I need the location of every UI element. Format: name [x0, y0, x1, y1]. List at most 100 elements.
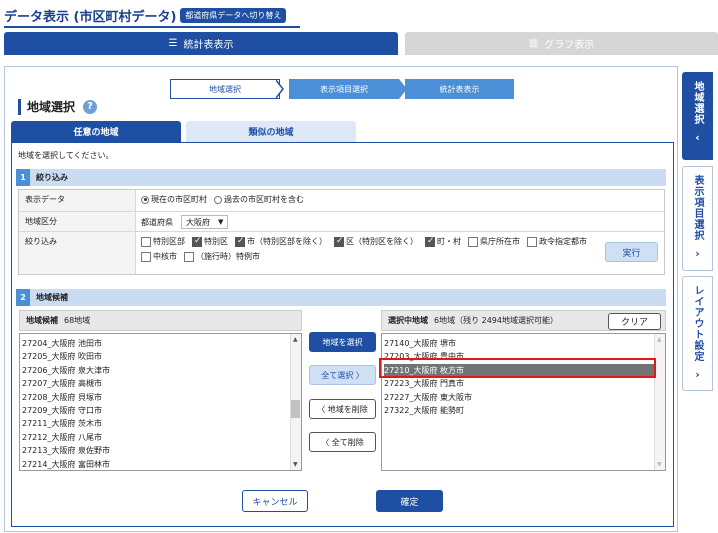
clear-button[interactable]: クリア [608, 313, 661, 330]
checkbox-label: （施行時）特例市 [196, 252, 260, 261]
filter-checkbox[interactable]: 市（特別区部を除く） [235, 236, 327, 247]
list-item[interactable]: 27322_大阪府 能勢町 [384, 404, 665, 417]
tab-table-view[interactable]: ☰ 統計表表示 [4, 32, 398, 55]
checkbox-icon [235, 236, 245, 247]
tab-graph-view[interactable]: ▥ グラフ表示 [405, 32, 718, 55]
list-item[interactable]: 27140_大阪府 堺市 [384, 337, 665, 350]
list-item[interactable]: 27212_大阪府 八尾市 [22, 431, 301, 444]
list-item[interactable]: 27207_大阪府 高槻市 [22, 377, 301, 390]
candidates-list[interactable]: 27204_大阪府 池田市 27205_大阪府 吹田市 27206_大阪府 泉大津市… [19, 333, 302, 471]
filter-checkbox[interactable]: （施行時）特例市 [184, 251, 260, 262]
filter-checkbox[interactable]: 特別区 [192, 236, 228, 247]
tab-similar-area[interactable]: 類似の地域 [186, 121, 356, 142]
checkbox-label: 特別区 [204, 237, 228, 246]
list-item[interactable]: 27205_大阪府 吹田市 [22, 350, 301, 363]
step-table-view: 統計表表示 [405, 79, 514, 99]
chevron-left-icon: ‹ [695, 131, 700, 144]
radio-current[interactable]: 現在の市区町村 [141, 194, 207, 205]
checkbox-icon [141, 236, 151, 247]
list-item[interactable]: 27208_大阪府 貝塚市 [22, 391, 301, 404]
side-tab-items[interactable]: 表示項目選択 › [682, 166, 713, 271]
list-item[interactable]: 27227_大阪府 東大阪市 [384, 391, 665, 404]
tab-graph-label: グラフ表示 [544, 40, 595, 51]
section-title: 地域候補 [36, 293, 68, 302]
switch-prefecture-button[interactable]: 都道府県データへ切り替え [180, 7, 287, 23]
filter-checkbox[interactable]: 区（特別区を除く） [334, 236, 418, 247]
selected-list[interactable]: 27140_大阪府 堺市 27203_大阪府 豊中市 27210_大阪府 枚方市 27… [381, 333, 666, 471]
area-heading: 地域選択 ? [18, 98, 98, 115]
list-item[interactable]: 27204_大阪府 池田市 [22, 337, 301, 350]
scroll-up-icon[interactable]: ▲ [657, 336, 662, 343]
step-area-select: 地域選択 [170, 79, 280, 99]
radio-label: 過去の市区町村を含む [224, 195, 304, 204]
checkbox-label: 市（特別区部を除く） [247, 237, 327, 246]
checkbox-icon [141, 251, 151, 262]
list-item[interactable]: 27213_大阪府 泉佐野市 [22, 444, 301, 457]
selected-scrollbar[interactable] [654, 334, 665, 470]
remove-area-button[interactable]: 〈 地域を削除 [309, 399, 376, 419]
scroll-down-icon[interactable]: ▼ [293, 461, 298, 468]
step-arrow-inner [275, 80, 282, 98]
list-item[interactable]: 27223_大阪府 門真市 [384, 377, 665, 390]
title-underline [4, 26, 300, 28]
prefecture-select[interactable]: 大阪府 ▼ [181, 215, 229, 229]
filter-row-type: 地域区分 都道府県 大阪府 ▼ [19, 212, 664, 232]
checkbox-label: 政令指定都市 [539, 237, 587, 246]
list-icon: ☰ [168, 38, 178, 49]
filter-checkbox[interactable]: 県庁所在市 [468, 236, 520, 247]
side-tab-label: 表示項目選択 [692, 175, 703, 241]
filter-checkbox[interactable]: 政令指定都市 [527, 236, 587, 247]
scroll-down-icon[interactable]: ▼ [657, 461, 662, 468]
page-title: データ表示 (市区町村データ) [4, 9, 177, 25]
list-item[interactable]: 27211_大阪府 茨木市 [22, 417, 301, 430]
list-item[interactable]: 27209_大阪府 守口市 [22, 404, 301, 417]
list-item[interactable]: 27206_大阪府 泉大津市 [22, 364, 301, 377]
checkbox-icon [184, 251, 194, 262]
filter-row-checkboxes: 絞り込み 特別区部 特別区 市（特別区部を除く） 区（特別区を除く） 町・村 県庁所在市 政… [19, 232, 664, 274]
radio-label: 現在の市区町村 [151, 195, 207, 204]
heading-bar [18, 98, 21, 115]
tab-table-label: 統計表表示 [183, 40, 234, 51]
radio-past[interactable]: 過去の市区町村を含む [214, 194, 304, 205]
section-number: 2 [16, 289, 30, 306]
radio-icon [214, 195, 222, 204]
filter-checkbox[interactable]: 中核市 [141, 251, 177, 262]
step-label: 地域選択 [209, 84, 241, 94]
area-title: 地域選択 [27, 100, 76, 114]
side-tab-layout[interactable]: レイアウト設定 › [682, 276, 713, 391]
checkbox-label: 区（特別区を除く） [346, 237, 418, 246]
checkbox-icon [192, 236, 202, 247]
help-icon[interactable]: ? [83, 99, 98, 114]
instruction-text: 地域を選択してください。 [18, 151, 114, 160]
type-prefix: 都道府県 [141, 217, 173, 227]
filter-row-data: 表示データ 現在の市区町村 過去の市区町村を含む [19, 190, 664, 212]
checkbox-icon [334, 236, 344, 247]
list-item[interactable]: 27214_大阪府 富田林市 [22, 458, 301, 471]
scroll-thumb[interactable] [291, 400, 300, 418]
section-candidates-header: 2 地域候補 [16, 289, 666, 306]
filter-checkbox[interactable]: 町・村 [425, 236, 461, 247]
radio-icon [141, 195, 149, 204]
row-label: 絞り込み [19, 232, 136, 274]
highlight-box [379, 358, 656, 378]
checkbox-label: 特別区部 [153, 237, 185, 246]
side-tab-area[interactable]: 地域選択 ‹ [682, 72, 713, 160]
checkbox-icon [527, 236, 537, 247]
execute-button[interactable]: 実行 [605, 242, 658, 262]
filter-checkbox[interactable]: 特別区部 [141, 236, 185, 247]
section-number: 1 [16, 169, 30, 186]
step-item-select: 表示項目選択 [289, 79, 399, 99]
checkbox-label: 県庁所在市 [480, 237, 520, 246]
chevron-right-icon: › [695, 368, 700, 381]
confirm-button[interactable]: 確定 [376, 490, 443, 512]
side-tab-label: レイアウト設定 [692, 285, 703, 362]
select-all-button[interactable]: 全て選択 〉 [309, 365, 376, 385]
selected-title: 選択中地域 [388, 316, 428, 325]
cancel-button[interactable]: キャンセル [242, 490, 308, 512]
chevron-right-icon: › [695, 247, 700, 260]
remove-all-button[interactable]: 〈 全て削除 [309, 432, 376, 452]
add-area-button[interactable]: 地域を選択 [309, 332, 376, 352]
tab-any-area[interactable]: 任意の地域 [11, 121, 181, 142]
checkbox-label: 町・村 [437, 237, 461, 246]
scroll-up-icon[interactable]: ▲ [293, 336, 298, 343]
